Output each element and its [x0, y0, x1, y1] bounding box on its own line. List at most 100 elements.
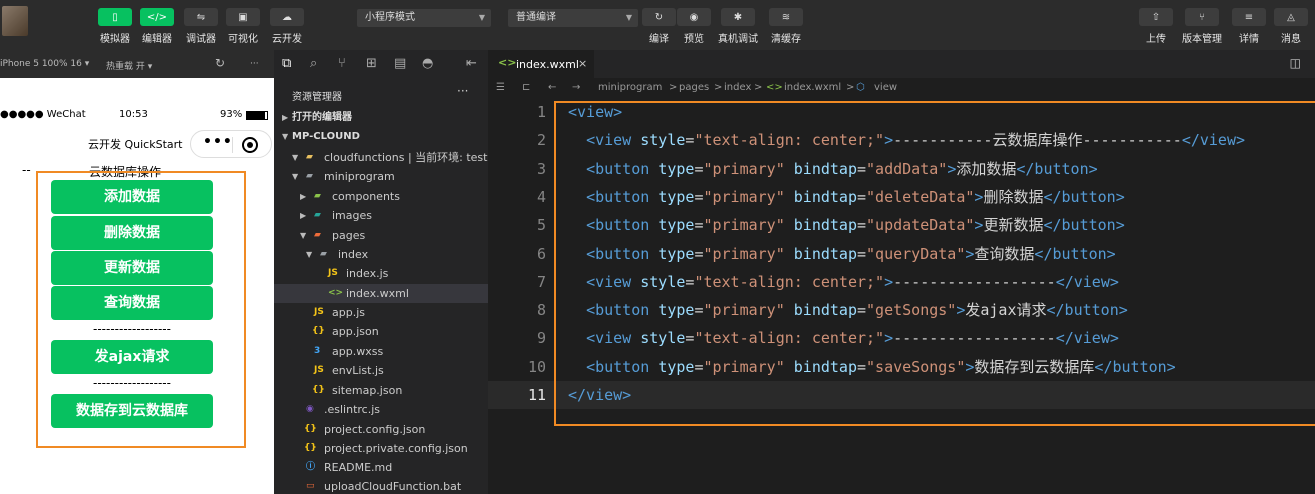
- editor-tabbar: <> index.wxml × ◫: [488, 50, 1315, 78]
- extensions-icon[interactable]: ⊞: [366, 56, 377, 71]
- tree-label: index.js: [346, 267, 389, 280]
- tab-label: index.wxml: [516, 58, 579, 71]
- ajax-request-button[interactable]: 发ajax请求: [51, 340, 213, 374]
- close-icon[interactable]: ×: [578, 57, 587, 70]
- folder-icon: ▰: [320, 249, 327, 259]
- details-button[interactable]: ≡ 详情: [1232, 8, 1266, 45]
- more-dots-icon[interactable]: •••: [203, 134, 233, 150]
- refresh-icon: ↻: [642, 8, 676, 26]
- tree-item-components[interactable]: ▶ ▰ components: [274, 187, 488, 206]
- device-select[interactable]: iPhone 5 100% 16 ▾: [0, 59, 89, 69]
- mode-select[interactable]: 小程序模式 ▼: [357, 9, 491, 27]
- tree-item-project-config[interactable]: {} project.config.json: [274, 420, 488, 439]
- tree-item-index-js[interactable]: JS index.js: [274, 264, 488, 283]
- line-number: 1: [536, 103, 546, 121]
- files-icon[interactable]: ⧉: [282, 56, 291, 71]
- capsule-menu[interactable]: •••: [190, 130, 272, 158]
- chevron-down-icon: ▼: [306, 250, 313, 259]
- tree-label: app.wxss: [332, 345, 384, 358]
- outline-icon[interactable]: ☰: [496, 82, 505, 93]
- docker-icon[interactable]: ◓: [422, 56, 433, 71]
- tree-item-app-wxss[interactable]: 3 app.wxss: [274, 342, 488, 361]
- hot-reload-select[interactable]: 热重载 开 ▾: [106, 59, 152, 72]
- compile-button[interactable]: ↻ 编译: [642, 8, 676, 45]
- tree-label: uploadCloudFunction.bat: [324, 480, 462, 493]
- breadcrumb-item[interactable]: view: [874, 82, 897, 93]
- delete-data-button[interactable]: 删除数据: [51, 216, 213, 250]
- compile-select[interactable]: 普通编译 ▼: [508, 9, 638, 27]
- add-data-button[interactable]: 添加数据: [51, 180, 213, 214]
- tree-item-index-folder[interactable]: ▼ ▰ index: [274, 245, 488, 264]
- tree-item-miniprogram[interactable]: ▼ ▰ miniprogram: [274, 167, 488, 186]
- tool-label: 模拟器: [100, 34, 130, 45]
- upload-button[interactable]: ⇧ 上传: [1139, 8, 1173, 45]
- tree-item-sitemap-json[interactable]: {} sitemap.json: [274, 381, 488, 400]
- chevron-right-icon: ▶: [300, 211, 307, 220]
- tree-item-envlist-js[interactable]: JS envList.js: [274, 361, 488, 380]
- chevron-down-icon: ▼: [282, 132, 289, 141]
- tree-item-pages[interactable]: ▼ ▰ pages: [274, 226, 488, 245]
- tab-index-wxml[interactable]: <> index.wxml ×: [488, 50, 594, 78]
- open-editors-section[interactable]: ▶ 打开的编辑器: [274, 108, 488, 127]
- bell-icon: ◬: [1274, 8, 1308, 26]
- bug-icon: ✱: [721, 8, 755, 26]
- tree-label: images: [332, 209, 372, 222]
- chevron-down-icon: ▼: [300, 231, 307, 240]
- chevron-right-icon: ▶: [282, 113, 289, 122]
- layers-icon: ≋: [769, 8, 803, 26]
- tree-label: app.js: [332, 306, 365, 319]
- chevron-right-icon: ▶: [300, 192, 307, 201]
- tree-item-app-js[interactable]: JS app.js: [274, 303, 488, 322]
- save-icon[interactable]: ▤: [394, 56, 406, 71]
- debugger-toggle[interactable]: ⇋ 调试器: [184, 8, 218, 45]
- tree-label: project.config.json: [324, 423, 426, 436]
- simulator-toggle[interactable]: ▯ 模拟器: [98, 8, 132, 45]
- split-editor-icon[interactable]: ◫: [1290, 56, 1301, 70]
- action-label: 真机调试: [718, 34, 758, 45]
- forward-arrow-icon[interactable]: →: [572, 82, 580, 93]
- search-icon[interactable]: ⌕: [310, 56, 317, 71]
- breadcrumb-item[interactable]: index: [724, 82, 751, 93]
- close-circle-icon[interactable]: [242, 137, 258, 153]
- editor-toggle[interactable]: </> 编辑器: [140, 8, 174, 45]
- more-icon[interactable]: ···: [457, 84, 468, 98]
- tree-label: components: [332, 190, 400, 203]
- line-number: 6: [536, 244, 546, 263]
- tree-label: miniprogram: [324, 170, 395, 183]
- battery-text: 93%: [220, 109, 243, 120]
- messages-button[interactable]: ◬ 消息: [1274, 8, 1308, 45]
- visual-toggle[interactable]: ▣ 可视化: [226, 8, 260, 45]
- tree-item-app-json[interactable]: {} app.json: [274, 322, 488, 341]
- source-control-icon[interactable]: ⑂: [338, 56, 346, 71]
- tree-item-index-wxml[interactable]: <> index.wxml: [274, 284, 488, 303]
- breadcrumb-item[interactable]: miniprogram: [598, 82, 662, 93]
- breadcrumb-item[interactable]: pages: [679, 82, 709, 93]
- collapse-icon[interactable]: ⇤: [466, 56, 477, 71]
- breadcrumb-item[interactable]: index.wxml: [784, 82, 841, 93]
- query-data-button[interactable]: 查询数据: [51, 286, 213, 320]
- avatar[interactable]: [2, 6, 28, 36]
- preview-button[interactable]: ◉ 预览: [677, 8, 711, 45]
- remote-debug-button[interactable]: ✱ 真机调试: [718, 8, 758, 45]
- more-icon[interactable]: ···: [250, 59, 259, 69]
- rotate-icon[interactable]: ↻: [215, 56, 225, 70]
- folder-icon: ▰: [314, 191, 321, 201]
- devtools-window: ▯ 模拟器 </> 编辑器 ⇋ 调试器 ▣ 可视化 ☁ 云开发 小程序模式 ▼ …: [0, 0, 1315, 494]
- tree-item-project-private-config[interactable]: {} project.private.config.json: [274, 439, 488, 458]
- tree-item-eslintrc[interactable]: ◉ .eslintrc.js: [274, 400, 488, 419]
- tree-item-images[interactable]: ▶ ▰ images: [274, 206, 488, 225]
- line-number: 9: [536, 329, 546, 348]
- tree-item-upload-bat[interactable]: ▭ uploadCloudFunction.bat: [274, 477, 488, 494]
- project-root[interactable]: ▼ MP-CLOUND: [274, 127, 488, 146]
- folder-icon: ▰: [314, 210, 321, 220]
- tree-item-readme[interactable]: ⓘ README.md: [274, 458, 488, 477]
- tree-item-cloudfunctions[interactable]: ▼ ▰ cloudfunctions | 当前环境: test: [274, 148, 488, 167]
- cloud-dev-button[interactable]: ☁ 云开发: [270, 8, 304, 45]
- back-arrow-icon[interactable]: ←: [548, 82, 556, 93]
- capsule-divider: [232, 137, 233, 153]
- save-to-cloud-button[interactable]: 数据存到云数据库: [51, 394, 213, 428]
- update-data-button[interactable]: 更新数据: [51, 251, 213, 285]
- bookmark-icon[interactable]: ⊏: [522, 82, 530, 93]
- version-button[interactable]: ⑂ 版本管理: [1182, 8, 1222, 45]
- clear-cache-button[interactable]: ≋ 清缓存: [769, 8, 803, 45]
